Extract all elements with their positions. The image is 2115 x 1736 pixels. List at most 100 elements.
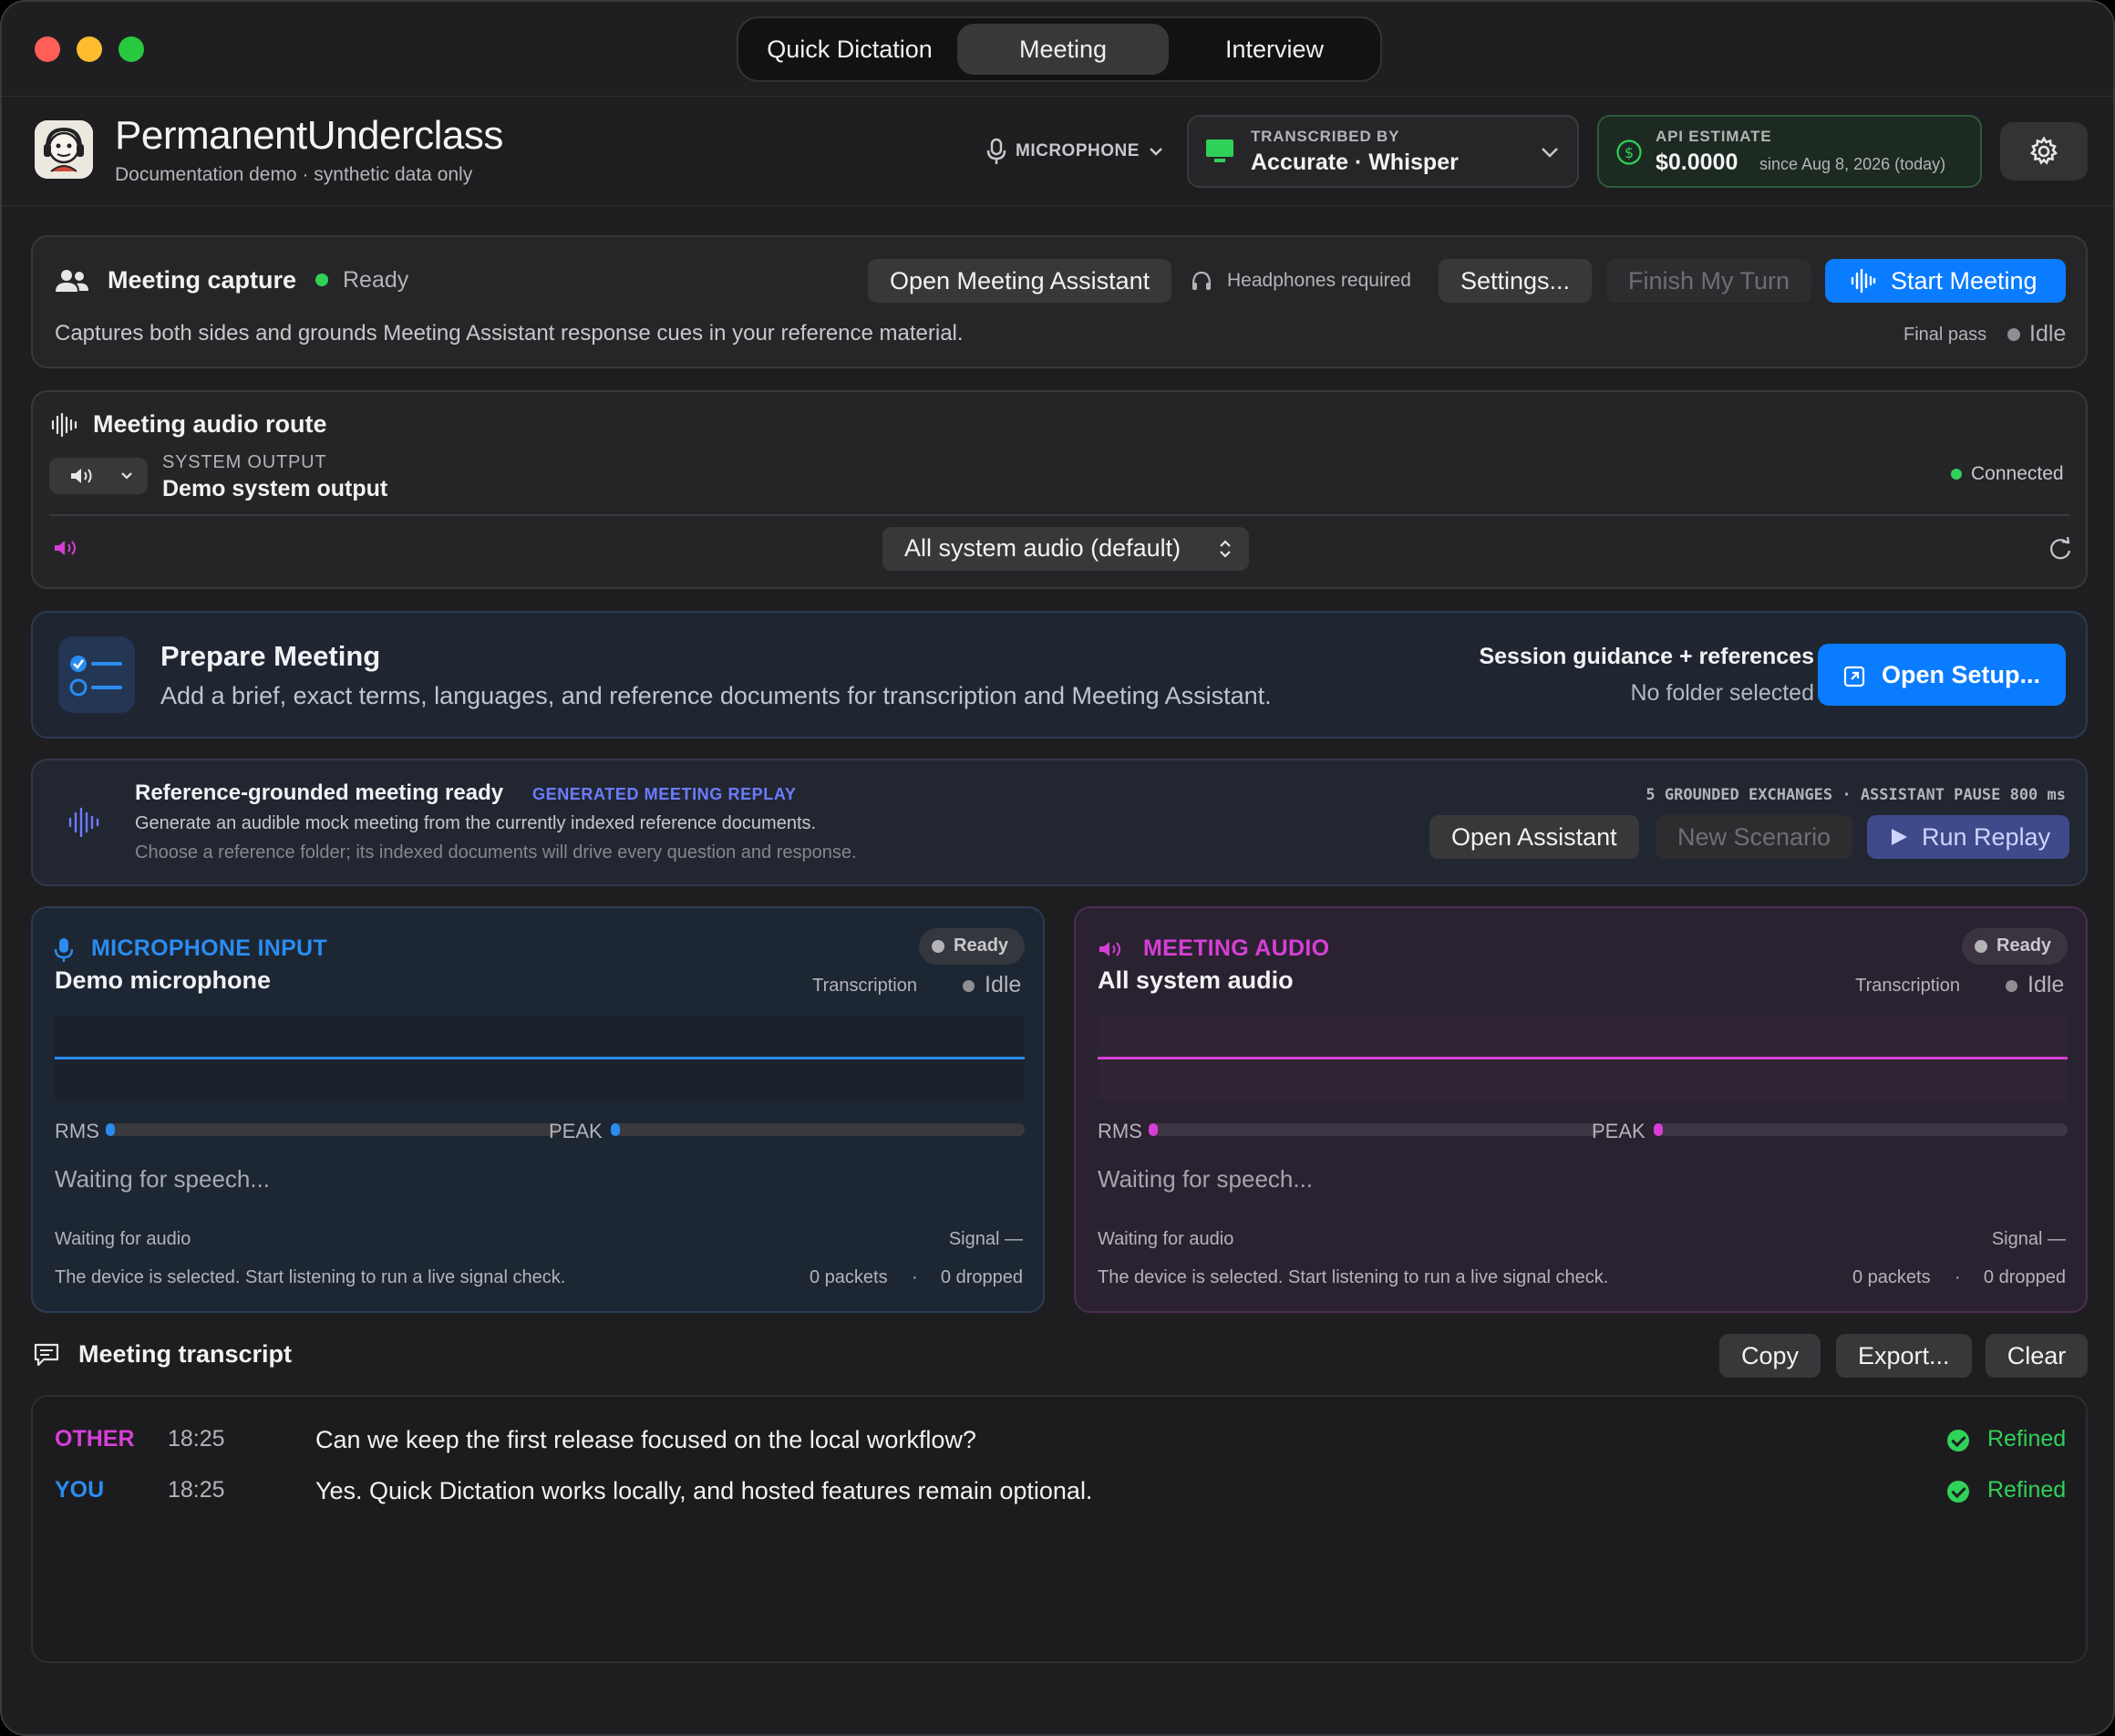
speaker-icon (55, 541, 76, 555)
transcript-text[interactable]: Can we keep the first release focused on… (315, 1426, 976, 1454)
open-setup-label: Open Setup... (1882, 661, 2041, 688)
mic-ready-text: Ready (954, 935, 1009, 956)
meeting-peak-meter (1654, 1123, 2068, 1136)
meeting-transcription-dot (2006, 980, 2017, 992)
api-estimate-value: $0.0000 (1656, 150, 1738, 175)
meeting-capture-panel: Meeting capture Ready Open Meeting Assis… (31, 235, 2088, 368)
mic-rms-meter (106, 1123, 558, 1136)
microphone-input-caption: MICROPHONE INPUT (91, 935, 327, 961)
microphone-input-card: MICROPHONE INPUT Demo microphone Ready T… (31, 906, 1045, 1313)
replay-title: Reference-grounded meeting ready (135, 780, 504, 805)
transcript-text[interactable]: Yes. Quick Dictation works locally, and … (315, 1477, 1092, 1505)
open-assistant-button[interactable]: Open Assistant (1429, 815, 1639, 859)
open-meeting-assistant-button[interactable]: Open Meeting Assistant (868, 259, 1172, 303)
monitor-icon (1206, 140, 1233, 162)
capture-settings-button[interactable]: Settings... (1439, 259, 1593, 303)
api-estimate-caption: API ESTIMATE (1656, 128, 1772, 145)
api-estimate-since: since Aug 8, 2026 (today) (1759, 155, 1946, 173)
transcription-engine-selector[interactable]: TRANSCRIBED BY Accurate · Whisper (1187, 115, 1579, 188)
transcript-panel: OTHER 18:25 Can we keep the first releas… (31, 1395, 2088, 1663)
chevron-down-icon (1542, 148, 1558, 158)
svg-text:$: $ (1625, 144, 1634, 161)
prepare-meeting-title: Prepare Meeting (160, 640, 381, 672)
replay-hint: Choose a reference folder; its indexed d… (135, 842, 857, 863)
tab-interview[interactable]: Interview (1169, 24, 1380, 75)
final-pass-status: Idle (2029, 321, 2067, 346)
copy-button[interactable]: Copy (1719, 1334, 1821, 1378)
session-guidance-label: Session guidance + references (1479, 644, 1814, 669)
mic-waiting-text: Waiting for speech... (55, 1165, 271, 1193)
meeting-audio-caption: MEETING AUDIO (1143, 935, 1330, 961)
close-window-button[interactable] (35, 36, 60, 62)
run-replay-button[interactable]: Run Replay (1867, 815, 2069, 859)
mic-signal: Signal — (948, 1229, 1023, 1249)
table-row: YOU 18:25 Yes. Quick Dictation works loc… (33, 1466, 2086, 1517)
mic-packets: 0 packets (810, 1267, 888, 1287)
final-pass-label: Final pass (1904, 325, 1987, 345)
meeting-audio-device-name: All system audio (1098, 966, 1294, 994)
mic-hint: The device is selected. Start listening … (55, 1267, 566, 1287)
mic-separator: · (912, 1267, 918, 1287)
play-icon (1892, 829, 1907, 845)
start-meeting-button[interactable]: Start Meeting (1825, 259, 2066, 303)
waveform-icon (68, 807, 99, 838)
zoom-window-button[interactable] (119, 36, 144, 62)
refined-status: Refined (1987, 1477, 2067, 1503)
microphone-selector[interactable]: MICROPHONE (986, 135, 1163, 168)
route-divider (49, 514, 2069, 516)
output-device-menu[interactable] (49, 458, 148, 494)
meeting-peak-label: PEAK (1592, 1120, 1646, 1142)
speaker-icon (1099, 942, 1120, 956)
reference-folder-status: No folder selected (1630, 680, 1814, 706)
meeting-ready-badge: Ready (1962, 928, 2068, 965)
meeting-ready-text: Ready (1996, 935, 2052, 956)
transcribed-by-value: Accurate · Whisper (1251, 150, 1459, 175)
settings-button[interactable] (2000, 122, 2088, 181)
mic-audio-status: Waiting for audio (55, 1229, 191, 1249)
replay-badge: GENERATED MEETING REPLAY (532, 785, 797, 803)
headphones-required-label: Headphones required (1227, 270, 1411, 291)
refresh-icon[interactable] (2048, 536, 2073, 562)
system-output-caption: SYSTEM OUTPUT (162, 452, 327, 472)
capture-status-text: Ready (343, 267, 409, 293)
microphone-device-name: Demo microphone (55, 966, 272, 994)
minimize-window-button[interactable] (77, 36, 102, 62)
meeting-transcription-status: Idle (2027, 972, 2065, 997)
mic-transcription-dot (963, 980, 975, 992)
finish-my-turn-button[interactable]: Finish My Turn (1606, 259, 1812, 303)
mic-peak-label: PEAK (549, 1120, 603, 1142)
meeting-ready-dot (1975, 940, 1987, 953)
audio-route-title: Meeting audio route (93, 410, 327, 438)
speaker-label: YOU (55, 1477, 105, 1503)
audio-source-selector[interactable]: All system audio (default) (882, 527, 1249, 571)
clear-button[interactable]: Clear (1986, 1334, 2088, 1378)
connection-status: Connected (1971, 463, 2064, 484)
open-setup-button[interactable]: Open Setup... (1818, 644, 2066, 706)
app-header: PermanentUnderclass Documentation demo ·… (2, 97, 2113, 206)
meeting-hint: The device is selected. Start listening … (1098, 1267, 1609, 1287)
mode-segmented-control: Quick Dictation Meeting Interview (737, 16, 1382, 82)
timestamp: 18:25 (168, 1477, 225, 1503)
connection-status-dot (1951, 469, 1962, 480)
mic-peak-meter (611, 1123, 1025, 1136)
meeting-capture-title: Meeting capture (108, 266, 297, 294)
meeting-rms-meter (1149, 1123, 1601, 1136)
transcript-title: Meeting transcript (78, 1340, 293, 1368)
external-open-icon (1843, 666, 1865, 687)
speaker-label: OTHER (55, 1426, 135, 1452)
system-output-name: Demo system output (162, 476, 388, 501)
meeting-signal: Signal — (1991, 1229, 2066, 1249)
meeting-transcription-label: Transcription (1855, 976, 1960, 996)
refined-status: Refined (1987, 1426, 2067, 1452)
new-scenario-button[interactable]: New Scenario (1656, 815, 1853, 859)
prepare-meeting-description: Add a brief, exact terms, languages, and… (160, 682, 1272, 709)
checklist-icon (58, 636, 135, 713)
mic-waveform (55, 1016, 1025, 1101)
tab-quick-dictation[interactable]: Quick Dictation (744, 24, 955, 75)
tab-meeting[interactable]: Meeting (957, 24, 1169, 75)
export-button[interactable]: Export... (1836, 1334, 1972, 1378)
app-subtitle: Documentation demo · synthetic data only (115, 164, 473, 185)
timestamp: 18:25 (168, 1426, 225, 1452)
meeting-waiting-text: Waiting for speech... (1098, 1165, 1314, 1193)
app-title: PermanentUnderclass (115, 113, 503, 158)
